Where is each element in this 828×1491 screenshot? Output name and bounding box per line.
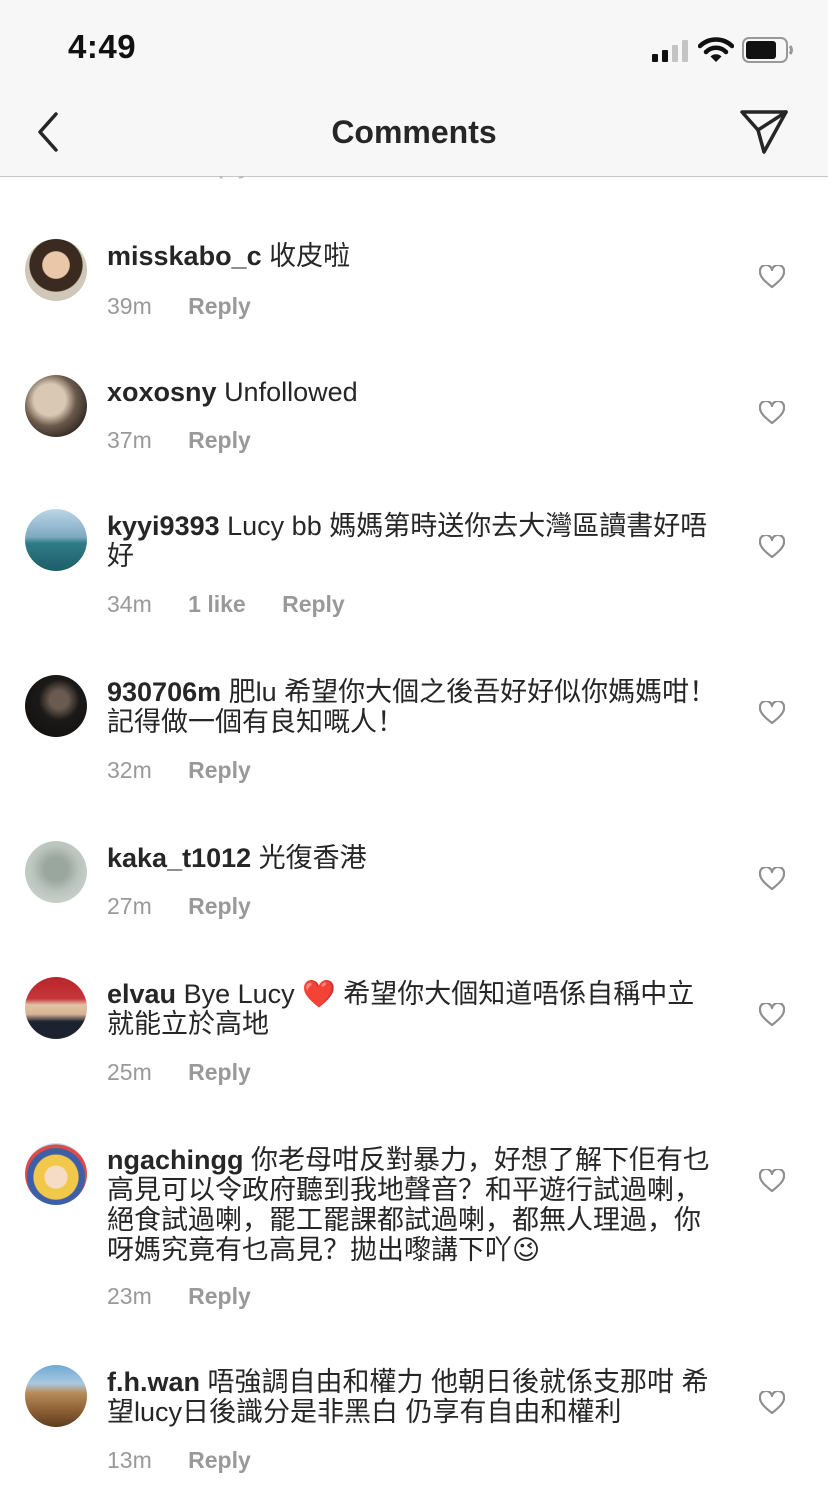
avatar[interactable] [25, 1143, 87, 1205]
avatar[interactable] [25, 675, 87, 737]
comment-username[interactable]: f.h.wan [107, 1367, 200, 1397]
comment-time: 25m [107, 1059, 152, 1085]
comment-time: 32m [107, 757, 152, 783]
reply-button[interactable]: Reply [188, 893, 251, 919]
comment-time: 27m [107, 893, 152, 919]
reply-button[interactable]: Reply [188, 1059, 251, 1085]
battery-icon [742, 37, 793, 63]
comment-text: 收皮啦 [269, 241, 351, 271]
avatar[interactable] [25, 375, 87, 437]
reply-button[interactable]: Reply [188, 757, 251, 783]
avatar[interactable] [25, 977, 87, 1039]
comment-username[interactable]: kaka_t1012 [107, 843, 251, 873]
heart-outline-icon[interactable] [759, 1003, 785, 1027]
comment-text: 光復香港 [258, 843, 367, 873]
comment-time: 34m [107, 591, 152, 617]
comment-text: Bye Lucy ❤️ 希望你大個知道唔係自稱中立就能立於高地 [107, 979, 695, 1039]
reply-button[interactable]: Reply [188, 1447, 251, 1473]
cellular-signal-icon [652, 40, 688, 62]
heart-outline-icon[interactable] [759, 401, 785, 425]
avatar[interactable] [25, 841, 87, 903]
comment-time: 39m [107, 293, 152, 319]
status-bar: 4:49 [0, 0, 828, 92]
page-title: Comments [331, 114, 497, 150]
comment-username[interactable]: elvau [107, 979, 176, 1009]
paper-plane-icon[interactable] [738, 106, 790, 158]
comment-username[interactable]: misskabo_c [107, 241, 262, 271]
avatar[interactable] [25, 1365, 87, 1427]
heart-outline-icon[interactable] [759, 265, 785, 289]
nav-bar: Comments [0, 92, 828, 177]
heart-outline-icon[interactable] [759, 867, 785, 891]
heart-outline-icon[interactable] [759, 1391, 785, 1415]
comment-text: Unfollowed [224, 377, 358, 407]
comment-time: 23m [107, 1283, 152, 1309]
comment-username[interactable]: 930706m [107, 677, 221, 707]
comment-username[interactable]: ngachingg [107, 1145, 244, 1175]
comment-username[interactable]: xoxosny [107, 377, 217, 407]
reply-button[interactable]: Reply [188, 1283, 251, 1309]
heart-outline-icon[interactable] [759, 1169, 785, 1193]
comment-username[interactable]: kyyi9393 [107, 511, 220, 541]
reply-button[interactable]: Reply [188, 293, 251, 319]
avatar[interactable] [25, 239, 87, 301]
comment-time: 37m [107, 427, 152, 453]
status-time: 4:49 [68, 28, 137, 65]
wifi-icon [698, 37, 734, 62]
avatar[interactable] [25, 509, 87, 571]
likes-count[interactable]: 1 like [188, 591, 246, 617]
heart-outline-icon[interactable] [759, 701, 785, 725]
reply-button[interactable]: Reply [282, 591, 345, 617]
reply-button[interactable]: Reply [188, 427, 251, 453]
heart-outline-icon[interactable] [759, 535, 785, 559]
comment-time: 13m [107, 1447, 152, 1473]
